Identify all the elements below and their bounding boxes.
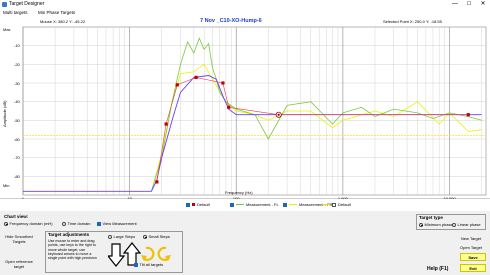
adjustments-description: Use mouse to enter and drag points, use … — [48, 239, 97, 261]
legend-default-swatch — [192, 203, 195, 206]
x-axis-label: Frequency (Hz) — [225, 190, 253, 195]
option-linear-phase[interactable]: Linear phase — [452, 222, 481, 227]
large-steps-radio[interactable] — [108, 234, 112, 239]
target-point — [227, 105, 231, 109]
time-domain-radio[interactable] — [62, 221, 66, 226]
legend-fr-checkbox[interactable] — [283, 202, 287, 207]
menu-min-phase-targets[interactable]: Min Phase Targets — [38, 9, 75, 17]
target-point — [175, 83, 179, 87]
legend: Default Measurement - FL Measurement - F… — [0, 199, 490, 211]
legend-default-2[interactable]: Default — [322, 202, 351, 207]
frequency-chart[interactable] — [0, 17, 490, 199]
target-point — [155, 180, 159, 184]
option-large-steps[interactable]: Large Steps — [108, 234, 135, 239]
legend-default[interactable]: Default — [186, 202, 210, 207]
chart-view-title: Chart view: — [4, 214, 29, 219]
tilt-right-icon[interactable] — [157, 246, 171, 261]
legend-default-label: Default — [197, 202, 210, 207]
target-point — [164, 122, 168, 126]
y-tick-label: -50 — [14, 117, 20, 123]
minimize-button[interactable]: — — [448, 0, 462, 9]
frequency-domain-label: Frequency domain (mH) — [9, 221, 53, 226]
y-tick-label: -60 — [14, 136, 20, 142]
linear-phase-label: Linear phase — [457, 222, 481, 227]
large-steps-label: Large Steps — [113, 234, 136, 239]
view-measurement-label: View Measurement — [102, 221, 137, 226]
minimum-phase-label: Minimum phase — [424, 222, 453, 227]
target-type-title: Target type — [419, 215, 443, 220]
y-tick-label: -10 — [14, 43, 20, 49]
open-target-button[interactable]: Open Target — [455, 245, 487, 250]
tilt-left-icon[interactable] — [141, 246, 155, 261]
mouse-readout: Mouse X: 380.2 Y: -45.22 — [40, 19, 86, 24]
close-button[interactable]: ✕ — [476, 0, 490, 9]
help-link[interactable]: Help (F1) — [427, 266, 448, 272]
view-measurement-checkbox[interactable] — [97, 221, 101, 226]
option-tilt-all-targets[interactable]: Tilt all targets — [134, 262, 163, 267]
legend-default2-label: Default — [338, 202, 351, 207]
y-min-label: Min — [3, 183, 10, 188]
selected-point-readout: Selected Point X: 250.0 Y: -18.55 — [383, 19, 442, 24]
y-tick-label: -70 — [14, 155, 20, 161]
target-point — [466, 113, 470, 117]
frequency-domain-radio[interactable] — [4, 221, 8, 226]
legend-measurement-fl[interactable]: Measurement - FL — [230, 202, 279, 207]
move-down-arrow-icon[interactable] — [108, 243, 126, 267]
open-reference-target-button[interactable]: Open reference target — [4, 259, 34, 269]
legend-fl-swatch — [236, 204, 244, 205]
save-button[interactable]: Save — [460, 253, 486, 261]
target-adjustments-title: Target adjustments — [48, 232, 90, 237]
maximize-button[interactable]: ☐ — [462, 0, 476, 9]
exit-button[interactable]: Exit — [460, 264, 486, 272]
time-domain-label: Time domain — [67, 221, 91, 226]
legend-default2-swatch — [322, 204, 330, 205]
chart-title: 7 Nov _C10-XO-Hump-6 — [200, 18, 262, 24]
window-title: Target Designer — [9, 1, 45, 7]
tilt-all-label: Tilt all targets — [139, 262, 164, 267]
target-point — [221, 81, 225, 85]
chart-area[interactable]: Max Min Mouse X: 380.2 Y: -45.22 7 Nov _… — [0, 17, 490, 201]
hide-smoothed-targets-button[interactable]: Hide Smoothed Targets — [4, 234, 34, 244]
y-tick-label: -20 — [14, 61, 20, 67]
option-small-steps[interactable]: Small Steps — [143, 234, 170, 239]
linear-phase-radio[interactable] — [452, 222, 456, 227]
target-point-selected-center — [277, 113, 280, 116]
legend-fl-label: Measurement - FL — [246, 202, 279, 207]
title-bar: Target Designer — ☐ ✕ — [0, 0, 490, 9]
menu-multi-targets[interactable]: Multi targets — [3, 9, 28, 17]
legend-fr-swatch — [289, 204, 297, 205]
small-steps-radio[interactable] — [143, 234, 147, 239]
legend-fl-checkbox[interactable] — [230, 202, 234, 207]
series-line-measurement-fr — [151, 63, 482, 192]
y-max-label: Max — [3, 27, 11, 32]
option-minimum-phase[interactable]: Minimum phase — [419, 222, 453, 227]
y-tick-label: -30 — [14, 80, 20, 86]
legend-default2-checkbox[interactable] — [332, 202, 336, 207]
menu-bar: Multi targets Min Phase Targets — [0, 9, 490, 17]
controls-panel: Chart view: Frequency domain (mH) Time d… — [0, 211, 490, 275]
target-line — [156, 77, 469, 182]
small-steps-label: Small Steps — [148, 234, 170, 239]
y-tick-label: -80 — [14, 173, 20, 179]
y-axis-label: Amplitude (dB) — [2, 100, 7, 127]
new-target-button[interactable]: New Target — [455, 236, 487, 241]
legend-default-checkbox[interactable] — [186, 202, 190, 207]
app-icon — [2, 2, 7, 7]
target-point — [194, 75, 198, 79]
series-line-default — [23, 75, 482, 192]
option-frequency-domain[interactable]: Frequency domain (mH) — [4, 221, 53, 226]
y-tick-label: -40 — [14, 99, 20, 105]
minimum-phase-radio[interactable] — [419, 222, 423, 227]
option-time-domain[interactable]: Time domain — [62, 221, 90, 226]
option-view-measurement[interactable]: View Measurement — [97, 221, 137, 226]
tilt-all-checkbox[interactable] — [134, 262, 138, 267]
